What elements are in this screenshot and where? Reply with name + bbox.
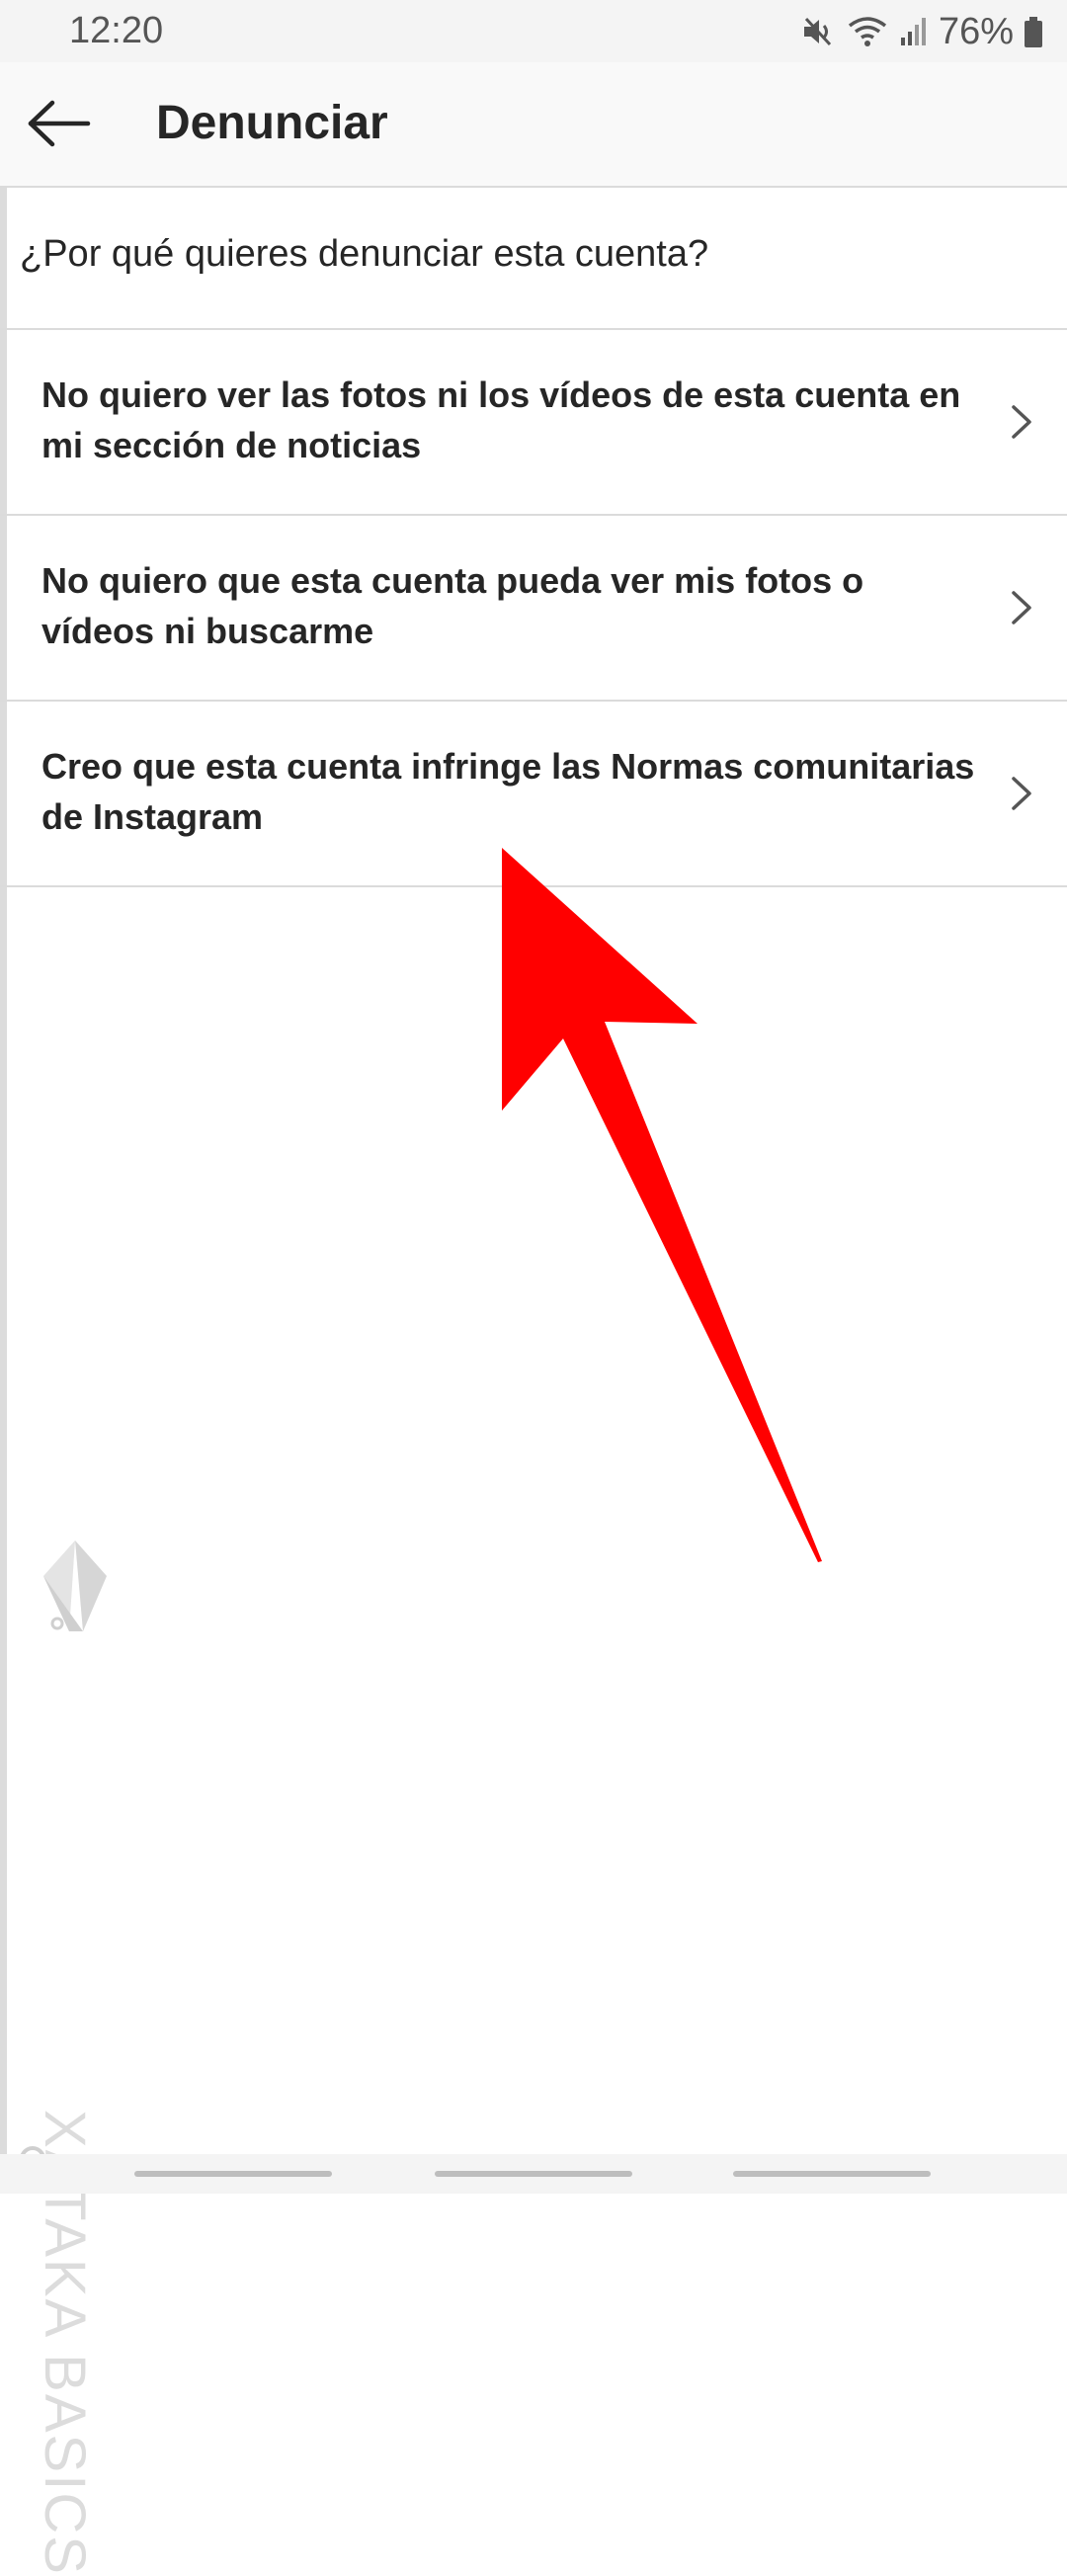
report-option-violates-guidelines[interactable]: Creo que esta cuenta infringe las Normas…: [0, 702, 1067, 887]
signal-icon: [899, 14, 929, 49]
chevron-right-icon: [1006, 583, 1035, 632]
app-bar: Denunciar: [0, 62, 1067, 188]
nav-home-button[interactable]: [435, 2171, 632, 2177]
red-arrow-icon: [502, 848, 822, 1562]
arrow-left-icon: [27, 99, 92, 153]
xataka-logo-icon: [40, 1537, 111, 1635]
report-question-row: ¿Por qué quieres denunciar esta cuenta?: [0, 188, 1067, 330]
report-question: ¿Por qué quieres denunciar esta cuenta?: [20, 233, 709, 275]
system-nav-bar: [0, 2154, 1067, 2194]
status-time: 12:20: [69, 10, 164, 51]
nav-back-button[interactable]: [733, 2171, 931, 2177]
report-option-label: No quiero que esta cuenta pueda ver mis …: [41, 560, 864, 651]
status-icons: 76%: [800, 8, 1043, 55]
page-title: Denunciar: [156, 97, 388, 149]
report-option-hide-posts[interactable]: No quiero ver las fotos ni los vídeos de…: [0, 330, 1067, 516]
back-button[interactable]: [20, 86, 99, 165]
report-option-block-account[interactable]: No quiero que esta cuenta pueda ver mis …: [0, 516, 1067, 702]
chevron-right-icon: [1006, 769, 1035, 818]
report-option-label: No quiero ver las fotos ni los vídeos de…: [41, 374, 961, 465]
mute-icon: [800, 14, 836, 49]
report-option-label: Creo que esta cuenta infringe las Normas…: [41, 746, 975, 837]
wifi-icon: [846, 14, 889, 49]
nav-recents-button[interactable]: [134, 2171, 332, 2177]
chevron-right-icon: [1006, 397, 1035, 447]
battery-percent: 76%: [938, 10, 1014, 52]
battery-icon: [1024, 14, 1043, 49]
status-bar: 12:20 76%: [0, 0, 1067, 62]
